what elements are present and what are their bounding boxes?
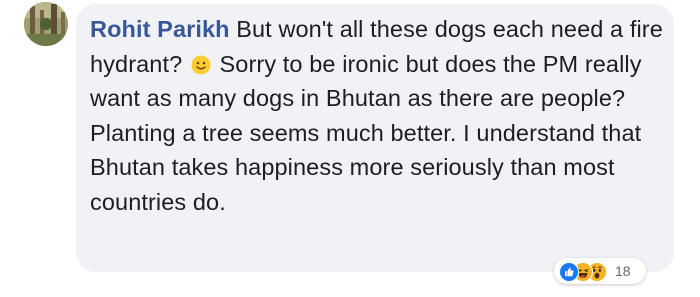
comment-body: Rohit Parikh But won't all these dogs ea… xyxy=(90,12,665,219)
comment-author-link[interactable]: Rohit Parikh xyxy=(90,16,230,42)
avatar[interactable] xyxy=(24,2,68,46)
slightly-smiling-face-icon xyxy=(191,50,211,74)
reaction-count: 18 xyxy=(615,263,631,279)
comment-bubble: Rohit Parikh But won't all these dogs ea… xyxy=(76,4,674,272)
like-icon xyxy=(559,262,579,282)
reactions-summary[interactable]: 18 xyxy=(554,258,646,284)
avatar-photo xyxy=(24,2,68,46)
